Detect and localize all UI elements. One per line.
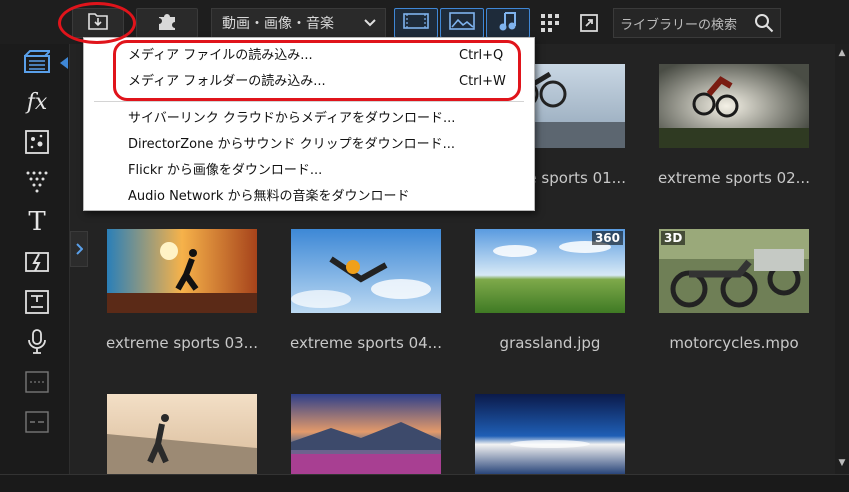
media-badge: 360 <box>591 231 623 245</box>
caption-icon[interactable] <box>22 407 52 437</box>
search-icon[interactable] <box>754 13 774 37</box>
media-caption: motorcycles.mpo <box>669 334 799 352</box>
video-filter-button[interactable] <box>394 8 438 38</box>
library-scrollbar[interactable]: ▲ ▼ <box>835 44 849 474</box>
media-room-icon[interactable] <box>22 47 52 77</box>
import-media-menu: メディア ファイルの読み込み... Ctrl+Q メディア フォルダーの読み込み… <box>83 37 535 211</box>
title-icon[interactable] <box>22 167 52 197</box>
room-sidebar: fx T <box>0 44 70 474</box>
menu-item-download-audio-network[interactable]: Audio Network から無料の音楽をダウンロード <box>128 185 410 209</box>
media-badge: 3D <box>661 231 686 245</box>
menu-item-label: サイバーリンク クラウドからメディアをダウンロード... <box>128 111 456 126</box>
media-caption: grassland.jpg <box>499 334 601 352</box>
video-view-icon <box>403 12 429 34</box>
media-thumbnail <box>107 229 257 313</box>
menu-item-shortcut: Ctrl+W <box>459 74 506 89</box>
media-thumbnail: 360 <box>475 229 625 313</box>
menu-item-import-media-files[interactable]: メディア ファイルの読み込み... Ctrl+Q <box>128 44 503 68</box>
expand-panel-button[interactable] <box>70 231 88 267</box>
media-thumbnail <box>291 229 441 313</box>
menu-item-label: メディア フォルダーの読み込み... <box>128 74 326 89</box>
menu-item-download-flickr[interactable]: Flickr から画像をダウンロード... <box>128 159 322 183</box>
menu-item-import-media-folder[interactable]: メディア フォルダーの読み込み... Ctrl+W <box>128 70 506 94</box>
search-placeholder: ライブラリーの検索 <box>620 17 738 33</box>
media-caption: extreme sports 04... <box>290 334 442 352</box>
menu-item-label: Audio Network から無料の音楽をダウンロード <box>128 189 410 204</box>
library-search-input[interactable]: ライブラリーの検索 <box>613 8 781 38</box>
media-filter-dropdown[interactable]: 動画・画像・音楽 <box>211 8 386 38</box>
menu-separator <box>94 101 524 102</box>
menu-item-download-cyberlink-cloud[interactable]: サイバーリンク クラウドからメディアをダウンロード... <box>128 107 455 131</box>
menu-item-download-directorzone[interactable]: DirectorZone からサウンド クリップをダウンロード... <box>128 133 455 157</box>
status-bar <box>0 474 849 492</box>
import-media-button[interactable] <box>72 8 124 38</box>
chapter-icon[interactable] <box>22 367 52 397</box>
voiceover-icon[interactable] <box>22 327 52 357</box>
media-thumbnail <box>107 394 257 478</box>
grid-sort-icon[interactable] <box>540 13 560 37</box>
image-filter-button[interactable] <box>440 8 484 38</box>
media-thumbnail <box>659 64 809 148</box>
media-thumbnail: 3D <box>659 229 809 313</box>
media-thumbnail <box>475 394 625 478</box>
image-view-icon <box>449 12 475 34</box>
menu-item-label: DirectorZone からサウンド クリップをダウンロード... <box>128 137 455 152</box>
scroll-down-icon[interactable]: ▼ <box>837 458 847 468</box>
puzzle-icon <box>156 10 178 36</box>
transition-icon[interactable] <box>22 247 52 277</box>
music-view-icon <box>498 10 518 36</box>
fx-icon[interactable]: fx <box>22 87 52 117</box>
selected-room-indicator <box>60 57 68 69</box>
media-thumbnail <box>291 394 441 478</box>
import-media-icon <box>87 11 109 35</box>
subtitle-icon[interactable] <box>22 287 52 317</box>
particle-icon[interactable] <box>22 127 52 157</box>
media-filter-value: 動画・画像・音楽 <box>222 16 334 32</box>
menu-item-label: Flickr から画像をダウンロード... <box>128 163 323 178</box>
menu-item-label: メディア ファイルの読み込み... <box>128 48 313 63</box>
plugin-button[interactable] <box>136 8 198 38</box>
media-caption: extreme sports 03... <box>106 334 258 352</box>
menu-item-shortcut: Ctrl+Q <box>459 48 504 63</box>
text-icon[interactable]: T <box>22 207 52 237</box>
media-caption: extreme sports 02... <box>658 169 810 187</box>
chevron-right-icon <box>75 240 84 259</box>
music-filter-button[interactable] <box>486 8 530 38</box>
resize-icon[interactable] <box>579 13 599 37</box>
chevron-down-icon <box>363 15 377 33</box>
scroll-up-icon[interactable]: ▲ <box>837 48 847 58</box>
